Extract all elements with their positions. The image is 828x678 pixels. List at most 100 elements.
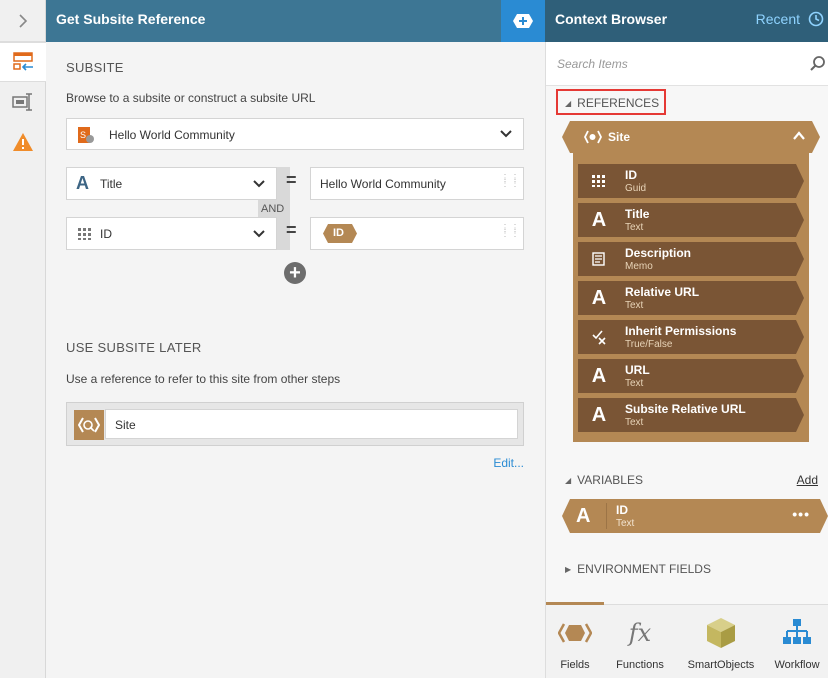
field-select-title[interactable]: A Title — [66, 167, 277, 200]
and-joiner: AND — [261, 203, 285, 215]
subsite-icon: S — [78, 127, 94, 143]
tab-smartobjects[interactable]: SmartObjects — [686, 605, 756, 678]
list-item-subsite-relative-url[interactable]: A Subsite Relative URL Text — [578, 398, 804, 432]
item-name: Relative URL — [625, 285, 700, 299]
main-panel: SUBSITE Browse to a subsite or construct… — [47, 42, 544, 678]
item-type: Text — [625, 417, 644, 428]
add-condition-button[interactable]: + — [284, 262, 306, 284]
item-name: Title — [625, 207, 650, 221]
grid-icon — [78, 228, 91, 240]
environment-fields-header[interactable]: ▶ ENVIRONMENT FIELDS — [565, 562, 711, 576]
list-item-title[interactable]: A Title Text — [578, 203, 804, 237]
site-reference-icon — [584, 130, 602, 144]
site-fields-list: ID Guid A Title Text Description Memo A … — [573, 153, 809, 442]
left-rail — [0, 0, 46, 678]
variable-id[interactable]: A ID Text ••• — [562, 499, 828, 533]
rail-properties-icon[interactable] — [0, 42, 46, 82]
drag-handle-icon[interactable]: ⋮⋮ ⋮⋮ — [500, 224, 520, 239]
text-a-icon: A — [591, 286, 607, 309]
id-reference-token[interactable]: ID — [323, 224, 357, 243]
site-label: Site — [608, 130, 631, 144]
rail-design-icon[interactable] — [0, 82, 46, 122]
variables-header[interactable]: ◢ VARIABLES — [565, 473, 643, 487]
edit-link[interactable]: Edit... — [493, 456, 524, 470]
search-input[interactable]: Search Items — [557, 57, 628, 71]
expand-chevron-icon[interactable] — [0, 0, 45, 42]
value-field-id[interactable]: ID ⋮⋮ ⋮⋮ — [310, 217, 524, 250]
tab-workflow[interactable]: Workflow — [765, 605, 828, 678]
cube-icon — [686, 617, 756, 649]
context-browser: Search Items ◢ REFERENCES Site ID Guid A… — [545, 42, 828, 678]
collapse-triangle-icon: ◢ — [565, 98, 572, 108]
site-reference-icon — [74, 410, 104, 440]
text-a-icon: A — [591, 364, 607, 387]
item-type: True/False — [625, 339, 673, 350]
context-header: Context Browser Recent — [545, 0, 828, 42]
filter-row-id: ID = ID ⋮⋮ ⋮⋮ — [66, 217, 524, 250]
text-a-icon: A — [591, 208, 607, 231]
reference-container: Site — [66, 402, 524, 446]
references-header[interactable]: ◢ REFERENCES — [565, 96, 659, 110]
list-item-id[interactable]: ID Guid — [578, 164, 804, 198]
list-item-relative-url[interactable]: A Relative URL Text — [578, 281, 804, 315]
item-name: Description — [625, 246, 692, 260]
add-reference-button[interactable] — [501, 0, 545, 42]
bottom-tabs: Fields fx Functions SmartObjects Workflo… — [546, 602, 828, 678]
environment-fields-label: ENVIRONMENT FIELDS — [577, 562, 711, 576]
item-type: Memo — [625, 261, 653, 272]
tab-label: Fields — [560, 659, 590, 671]
clock-icon[interactable] — [808, 11, 824, 27]
item-type: Text — [625, 222, 644, 233]
item-name: Inherit Permissions — [625, 324, 737, 338]
drag-handle-icon[interactable]: ⋮⋮ ⋮⋮ — [500, 174, 520, 189]
fields-icon — [546, 617, 604, 649]
variable-type: Text — [616, 518, 635, 529]
equals-operator[interactable]: = — [286, 220, 297, 241]
tab-functions[interactable]: fx Functions — [605, 605, 675, 678]
value-field-title[interactable]: Hello World Community ⋮⋮ ⋮⋮ — [310, 167, 524, 200]
tab-fields[interactable]: Fields — [546, 605, 604, 678]
reference-name: Site — [115, 418, 136, 432]
page-title: Get Subsite Reference — [56, 11, 206, 27]
divider — [606, 503, 607, 529]
subsite-description: Browse to a subsite or construct a subsi… — [66, 91, 316, 105]
subsite-section-title: SUBSITE — [66, 60, 124, 75]
tab-label: Workflow — [774, 659, 820, 671]
text-a-icon: A — [76, 173, 89, 193]
tab-label: SmartObjects — [687, 659, 755, 671]
equals-operator[interactable]: = — [286, 170, 297, 191]
warning-icon[interactable] — [0, 122, 46, 162]
workflow-icon — [765, 617, 828, 649]
expand-triangle-icon: ▶ — [565, 564, 572, 574]
more-options-icon[interactable]: ••• — [792, 506, 810, 522]
selected-subsite: Hello World Community — [109, 128, 235, 142]
chevron-down-icon[interactable] — [252, 178, 266, 190]
add-variable-link[interactable]: Add — [797, 473, 818, 487]
search-icon[interactable] — [809, 55, 827, 73]
references-label: REFERENCES — [577, 96, 660, 110]
variables-label: VARIABLES — [577, 473, 643, 487]
item-type: Text — [625, 378, 644, 389]
subsite-dropdown[interactable]: S Hello World Community — [66, 118, 524, 150]
item-name: Subsite Relative URL — [625, 402, 746, 416]
add-hex-icon — [513, 14, 533, 28]
site-reference-header[interactable]: Site — [562, 121, 820, 153]
chevron-up-icon[interactable] — [792, 129, 806, 143]
chevron-down-icon[interactable] — [499, 128, 513, 140]
list-item-description[interactable]: Description Memo — [578, 242, 804, 276]
fx-icon: fx — [628, 619, 652, 647]
chevron-down-icon[interactable] — [252, 228, 266, 240]
list-item-inherit-permissions[interactable]: Inherit Permissions True/False — [578, 320, 804, 354]
grid-icon — [588, 170, 610, 192]
collapse-triangle-icon: ◢ — [565, 475, 572, 485]
search-bar[interactable]: Search Items — [546, 42, 828, 86]
header-left: Get Subsite Reference — [46, 0, 501, 42]
list-item-url[interactable]: A URL Text — [578, 359, 804, 393]
text-a-icon: A — [576, 505, 591, 527]
variable-name: ID — [616, 503, 628, 517]
reference-name-input[interactable]: Site — [105, 409, 518, 439]
recent-link[interactable]: Recent — [756, 11, 800, 27]
top-header: Get Subsite Reference Context Browser Re… — [46, 0, 828, 42]
field-select-id[interactable]: ID — [66, 217, 277, 250]
use-later-description: Use a reference to refer to this site fr… — [66, 372, 341, 386]
